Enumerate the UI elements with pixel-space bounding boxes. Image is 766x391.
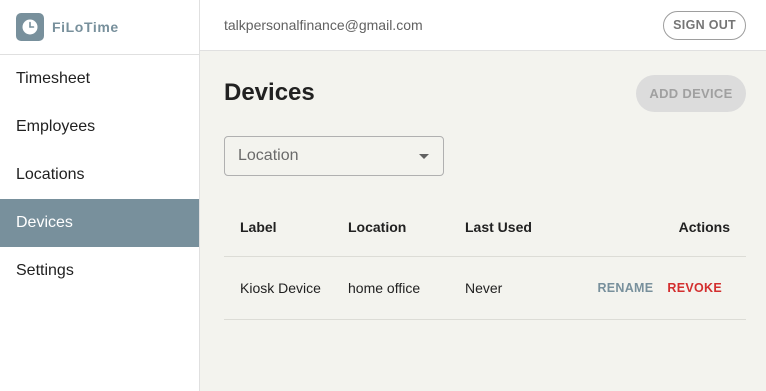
top-bar: talkpersonalfinance@gmail.com SIGN OUT: [200, 0, 766, 51]
sidebar-item-label: Settings: [16, 262, 74, 279]
sidebar-item-settings[interactable]: Settings: [0, 247, 199, 295]
device-actions-cell: RENAME REVOKE: [565, 281, 746, 295]
sidebar-item-label: Employees: [16, 118, 96, 135]
sign-out-button[interactable]: SIGN OUT: [663, 10, 746, 40]
sidebar-item-employees[interactable]: Employees: [0, 103, 199, 151]
sidebar-item-locations[interactable]: Locations: [0, 151, 199, 199]
rename-button[interactable]: RENAME: [583, 281, 653, 295]
devices-table: Label Location Last Used Actions Kiosk D…: [224, 197, 746, 320]
main-content: Devices ADD DEVICE Location Label Locati…: [200, 51, 766, 391]
table-row: Kiosk Device home office Never RENAME RE…: [224, 257, 746, 320]
column-header-location: Location: [348, 218, 407, 235]
clock-icon: [16, 13, 44, 41]
user-email: talkpersonalfinance@gmail.com: [224, 17, 423, 33]
location-select[interactable]: Location: [224, 136, 444, 176]
page-title: Devices: [224, 79, 315, 106]
app-root: FiLoTime Timesheet Employees Locations D…: [0, 0, 766, 391]
sidebar-item-timesheet[interactable]: Timesheet: [0, 55, 199, 103]
sidebar-nav: Timesheet Employees Locations Devices Se…: [0, 55, 199, 295]
sidebar: FiLoTime Timesheet Employees Locations D…: [0, 0, 200, 391]
add-device-button[interactable]: ADD DEVICE: [636, 75, 746, 112]
sidebar-item-label: Devices: [16, 214, 73, 231]
dropdown-arrow-icon: [419, 153, 429, 159]
device-label-cell: Kiosk Device: [240, 280, 321, 296]
brand[interactable]: FiLoTime: [0, 0, 199, 55]
sidebar-item-label: Timesheet: [16, 70, 91, 87]
sidebar-item-devices[interactable]: Devices: [0, 199, 199, 247]
brand-name: FiLoTime: [52, 19, 119, 35]
column-header-actions: Actions: [678, 218, 730, 235]
sidebar-item-label: Locations: [16, 166, 85, 183]
device-last-used-cell: Never: [465, 280, 503, 296]
column-header-last-used: Last Used: [465, 218, 532, 235]
location-select-value: Location: [238, 147, 299, 164]
revoke-button[interactable]: REVOKE: [653, 281, 722, 295]
table-header-row: Label Location Last Used Actions: [224, 197, 746, 257]
column-header-label: Label: [240, 218, 277, 235]
device-location-cell: home office: [348, 280, 421, 296]
